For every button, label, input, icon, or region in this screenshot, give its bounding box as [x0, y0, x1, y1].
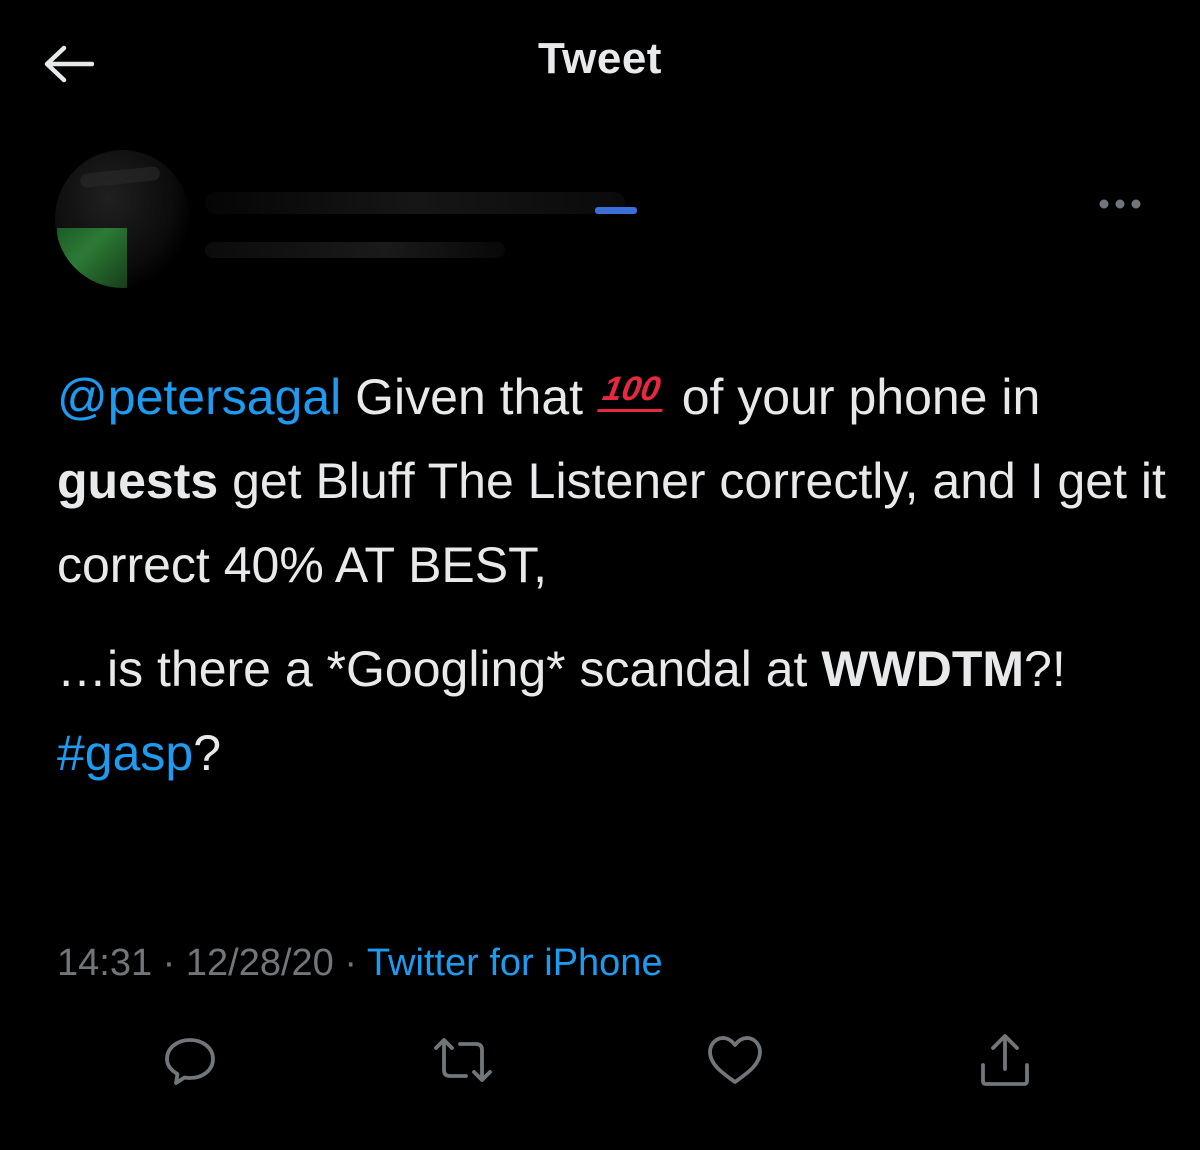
more-icon	[1099, 199, 1141, 209]
tweet-text: @petersagal Given that 100 of your phone …	[57, 355, 1167, 795]
hashtag-link[interactable]: #gasp	[57, 725, 193, 781]
reply-icon	[165, 1038, 215, 1085]
reply-button[interactable]	[155, 1025, 225, 1095]
heart-icon	[708, 1036, 762, 1084]
redacted-verified-mark	[595, 207, 637, 214]
share-icon	[981, 1034, 1029, 1086]
avatar-image-part	[57, 228, 127, 288]
tweet-metadata: 14:31 · 12/28/20 · Twitter for iPhone	[57, 938, 663, 988]
bold-text: guests	[57, 453, 219, 509]
text-segment: get Bluff The Listener correctly, and I …	[57, 453, 1166, 593]
retweet-icon	[434, 1038, 492, 1082]
avatar-redaction	[79, 165, 161, 189]
bold-text: WWDTM	[821, 641, 1025, 697]
tweet-source-link[interactable]: Twitter for iPhone	[367, 942, 663, 984]
redacted-display-name	[205, 192, 625, 214]
retweet-button[interactable]	[428, 1025, 498, 1095]
tweet-paragraph: …is there a *Googling* scandal at WWDTM?…	[57, 627, 1167, 795]
redacted-handle	[205, 242, 505, 258]
action-bar	[0, 1025, 1200, 1095]
like-button[interactable]	[700, 1025, 770, 1095]
mention-link[interactable]: @petersagal	[57, 369, 341, 425]
tweet-author[interactable]	[55, 150, 675, 290]
tweet-time: 14:31	[57, 942, 153, 984]
text-segment: of your phone in	[681, 369, 1041, 425]
page-title: Tweet	[538, 34, 662, 83]
avatar[interactable]	[55, 150, 190, 288]
text-segment: Given that	[341, 369, 597, 425]
hundred-points-emoji-icon: 100	[597, 369, 670, 412]
separator: ·	[333, 942, 367, 984]
tweet-paragraph: @petersagal Given that 100 of your phone …	[57, 355, 1167, 607]
text-segment: ?	[193, 725, 222, 781]
share-button[interactable]	[970, 1025, 1040, 1095]
more-options-button[interactable]	[1090, 190, 1150, 218]
tweet-date: 12/28/20	[185, 942, 334, 984]
text-segment: …is there a *Googling* scandal at	[57, 641, 822, 697]
top-bar: Tweet	[0, 0, 1200, 125]
text-segment: ?!	[1024, 641, 1066, 697]
separator: ·	[152, 942, 186, 984]
